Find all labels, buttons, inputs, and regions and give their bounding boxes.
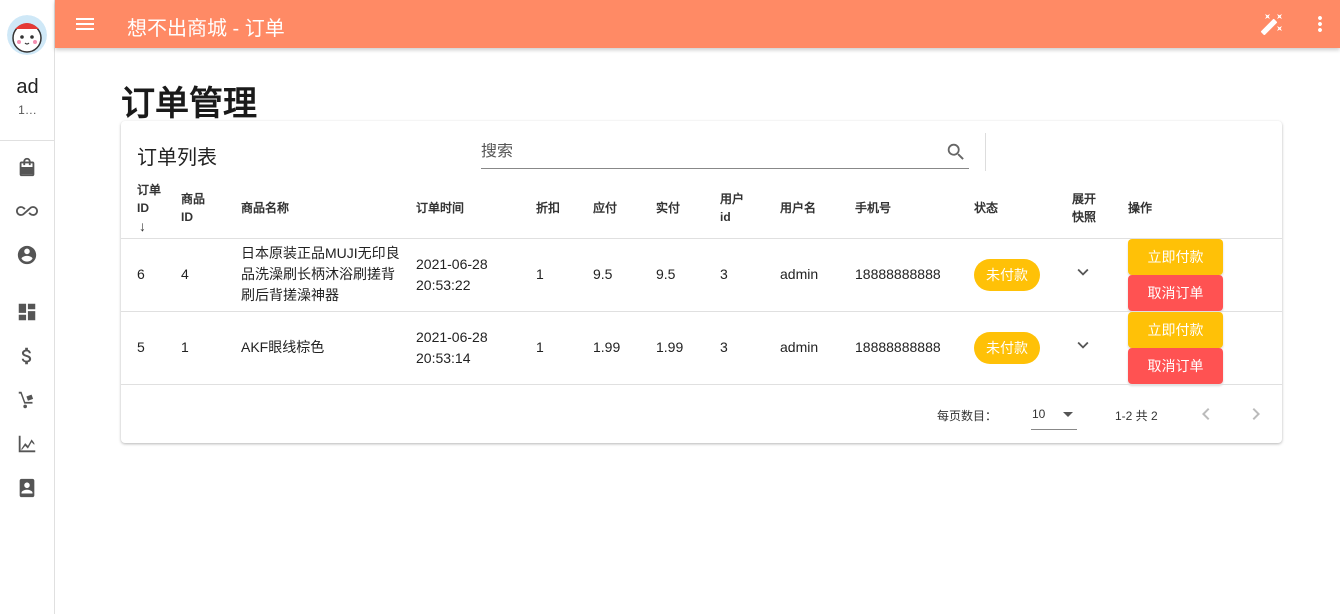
navigation-rail: ad 1…	[0, 0, 55, 614]
col-snapshot: 展开 快照	[1072, 178, 1128, 239]
col-username[interactable]: 用户名	[780, 178, 855, 239]
col-payable[interactable]: 应付	[593, 178, 656, 239]
app-bar: 想不出商城 - 订单	[55, 0, 1340, 48]
cell-phone: 18888888888	[855, 311, 974, 385]
cell-payable: 1.99	[593, 311, 656, 385]
per-page-select[interactable]: 10	[1031, 400, 1077, 430]
col-user-id-label-1: 用户	[720, 191, 745, 206]
account-circle-icon[interactable]	[16, 244, 38, 266]
col-product-name[interactable]: 商品名称	[241, 178, 416, 239]
search-field[interactable]	[481, 135, 969, 169]
toolbar-divider	[985, 133, 986, 171]
chevron-down-icon[interactable]	[1072, 268, 1094, 286]
menu-icon[interactable]	[73, 12, 97, 36]
cell-snapshot	[1072, 238, 1128, 312]
col-order-id[interactable]: 订单 ID ↓	[121, 178, 181, 239]
cell-product-name: AKF眼线棕色	[241, 311, 416, 385]
cell-product-name: 日本原装正品MUJI无印良品洗澡刷长柄沐浴刷搓背刷后背搓澡神器	[241, 238, 416, 312]
cell-user-id: 3	[720, 311, 780, 385]
infinity-icon[interactable]	[16, 200, 38, 222]
cell-ops: 立即付款 取消订单	[1128, 311, 1282, 385]
pay-now-button[interactable]: 立即付款	[1128, 311, 1223, 348]
order-date: 2021-06-28	[416, 255, 488, 272]
cell-status: 未付款	[974, 238, 1072, 312]
more-vert-icon[interactable]	[1308, 12, 1332, 36]
chart-icon[interactable]	[16, 433, 38, 455]
avatar[interactable]	[7, 15, 47, 55]
col-order-id-label-1: 订单	[137, 182, 162, 197]
dropdown-arrow-icon	[1063, 412, 1073, 417]
col-user-id-label-2: id	[720, 209, 731, 224]
cell-paid: 9.5	[656, 238, 720, 312]
table-footer: 每页数目： 10 1-2 共 2	[121, 386, 1282, 443]
col-paid[interactable]: 实付	[656, 178, 720, 239]
cell-snapshot	[1072, 311, 1128, 385]
app-title: 想不出商城 - 订单	[127, 18, 285, 40]
theme-toggle-icon[interactable]	[1260, 12, 1284, 36]
pagination-range: 1-2 共 2	[1115, 409, 1158, 423]
col-snapshot-label-1: 展开	[1072, 191, 1097, 206]
order-date: 2021-06-28	[416, 328, 488, 345]
cell-username: admin	[780, 238, 855, 312]
col-order-id-label-2: ID	[137, 200, 149, 215]
cell-username: admin	[780, 311, 855, 385]
user-subtitle: 1…	[18, 103, 37, 117]
cell-payable: 9.5	[593, 238, 656, 312]
status-badge: 未付款	[974, 258, 1040, 291]
col-order-time[interactable]: 订单时间	[416, 178, 536, 239]
per-page-value: 10	[1032, 407, 1046, 421]
cell-ops: 立即付款 取消订单	[1128, 238, 1282, 312]
orders-card: 订单列表 订单 ID ↓ 商品 ID 商品名称 订单时间 折扣 应付	[121, 121, 1282, 443]
cell-order-time: 2021-06-28 20:53:22	[416, 238, 536, 312]
order-time: 20:53:22	[416, 276, 471, 293]
cell-discount: 1	[536, 311, 593, 385]
col-user-id[interactable]: 用户 id	[720, 178, 780, 239]
contact-book-icon[interactable]	[16, 477, 38, 499]
next-page-icon[interactable]	[1244, 402, 1268, 426]
order-time: 20:53:14	[416, 349, 471, 366]
cell-product-id: 1	[181, 311, 241, 385]
table-row: 6 4 日本原装正品MUJI无印良品洗澡刷长柄沐浴刷搓背刷后背搓澡神器 2021…	[121, 238, 1282, 312]
cell-phone: 18888888888	[855, 238, 974, 312]
rail-divider	[0, 140, 55, 141]
status-badge: 未付款	[974, 331, 1040, 364]
orders-table: 订单 ID ↓ 商品 ID 商品名称 订单时间 折扣 应付 实付 用户 id 用…	[121, 178, 1282, 385]
col-ops: 操作	[1128, 178, 1282, 239]
cell-status: 未付款	[974, 311, 1072, 385]
cell-product-id: 4	[181, 238, 241, 312]
hand-truck-icon[interactable]	[16, 389, 38, 411]
col-status[interactable]: 状态	[974, 178, 1072, 239]
prev-page-icon[interactable]	[1194, 402, 1218, 426]
dashboard-icon[interactable]	[16, 301, 38, 323]
cell-paid: 1.99	[656, 311, 720, 385]
search-input[interactable]	[481, 143, 921, 161]
user-name: ad	[16, 76, 39, 98]
cell-order-id: 5	[121, 311, 181, 385]
col-product-id[interactable]: 商品 ID	[181, 178, 241, 239]
col-product-id-label-1: 商品	[181, 191, 206, 206]
col-discount[interactable]: 折扣	[536, 178, 593, 239]
col-phone[interactable]: 手机号	[855, 178, 974, 239]
shopping-bag-icon[interactable]	[16, 156, 38, 178]
search-icon[interactable]	[945, 141, 967, 163]
per-page-label: 每页数目：	[937, 409, 998, 423]
col-product-id-label-2: ID	[181, 209, 193, 224]
cell-user-id: 3	[720, 238, 780, 312]
cell-order-time: 2021-06-28 20:53:14	[416, 311, 536, 385]
table-row: 5 1 AKF眼线棕色 2021-06-28 20:53:14 1 1.99 1…	[121, 311, 1282, 385]
cell-discount: 1	[536, 238, 593, 312]
chevron-down-icon[interactable]	[1072, 341, 1094, 359]
pay-now-button[interactable]: 立即付款	[1128, 238, 1223, 275]
page-title: 订单管理	[121, 85, 257, 123]
card-title: 订单列表	[137, 147, 217, 169]
table-header-row: 订单 ID ↓ 商品 ID 商品名称 订单时间 折扣 应付 实付 用户 id 用…	[121, 178, 1282, 239]
sort-arrow-icon[interactable]: ↓	[139, 217, 181, 235]
cell-order-id: 6	[121, 238, 181, 312]
cancel-order-button[interactable]: 取消订单	[1128, 274, 1223, 311]
dollar-icon[interactable]	[16, 345, 38, 367]
col-snapshot-label-2: 快照	[1072, 209, 1097, 224]
cancel-order-button[interactable]: 取消订单	[1128, 347, 1223, 384]
